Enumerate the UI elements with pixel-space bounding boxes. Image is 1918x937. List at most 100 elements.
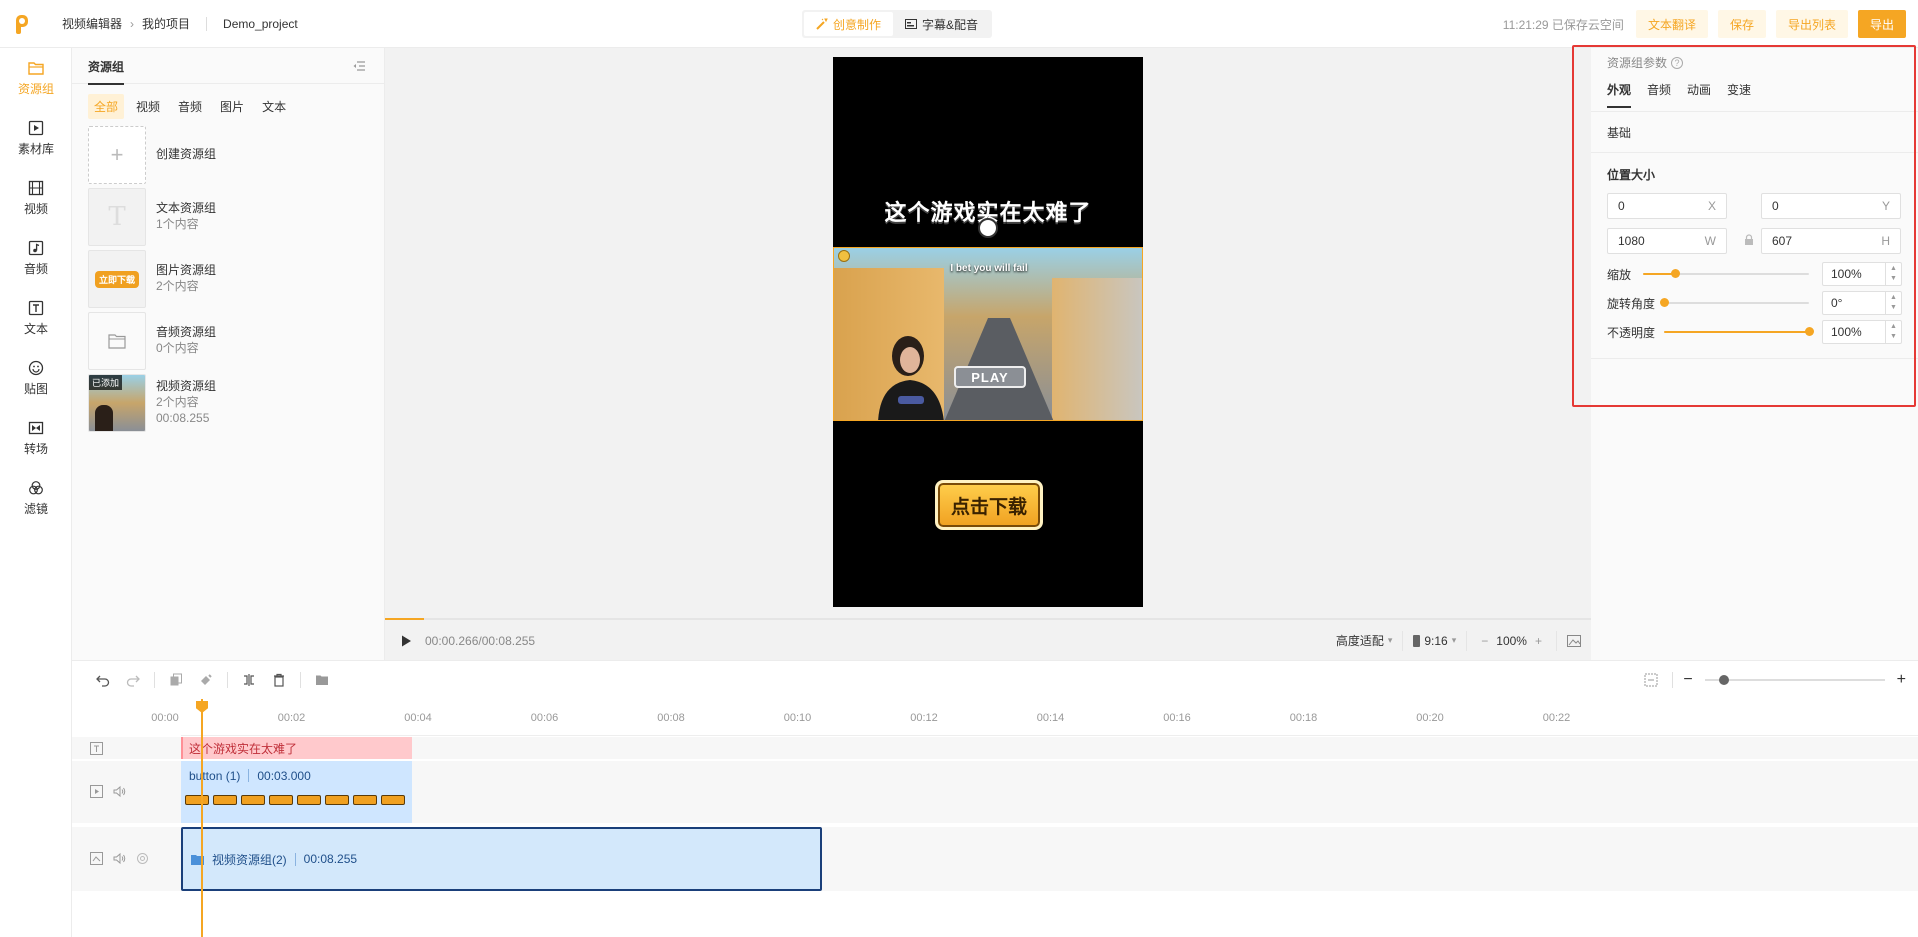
timeline-zoom-in-button[interactable]: + bbox=[1893, 671, 1918, 689]
playback-progress-track[interactable] bbox=[385, 618, 1591, 620]
rotate-label: 旋转角度 bbox=[1607, 296, 1656, 311]
rail-item-text[interactable]: 文本 bbox=[0, 288, 72, 348]
translate-button[interactable]: 文本翻译 bbox=[1635, 10, 1708, 38]
tab-subtitle-dub[interactable]: 字幕&配音 bbox=[893, 12, 990, 36]
rotate-handle-icon[interactable] bbox=[978, 218, 998, 238]
help-icon[interactable]: ? bbox=[1671, 56, 1684, 69]
scale-slider[interactable] bbox=[1643, 269, 1809, 278]
rotate-value: 0° bbox=[1831, 296, 1843, 310]
scale-row: 缩放 100% ▲ ▼ bbox=[1607, 262, 1902, 286]
fullscreen-button[interactable] bbox=[1556, 630, 1591, 651]
params-panel: 资源组参数 ? 外观 音频 动画 变速 基础 位置大小 0 X 0 Y 1080… bbox=[1591, 48, 1918, 660]
scale-slider-knob[interactable] bbox=[1670, 269, 1680, 278]
x-field[interactable]: 0 X bbox=[1607, 193, 1727, 219]
filter-tab-video[interactable]: 视频 bbox=[130, 94, 166, 119]
paint-button[interactable] bbox=[191, 668, 221, 692]
clip-thumbnail bbox=[297, 795, 321, 805]
app-logo-icon[interactable] bbox=[14, 13, 34, 35]
height-field[interactable]: 607 H bbox=[1761, 228, 1901, 254]
redo-button[interactable] bbox=[118, 668, 148, 692]
section-basic-title[interactable]: 基础 bbox=[1607, 124, 1631, 141]
opacity-slider-knob[interactable] bbox=[1805, 327, 1814, 336]
tab-animation[interactable]: 动画 bbox=[1687, 81, 1711, 108]
timeline-zoom-out-button[interactable]: − bbox=[1679, 671, 1696, 689]
rail-item-video[interactable]: 视频 bbox=[0, 168, 72, 228]
rail-item-resource-group[interactable]: 资源组 bbox=[0, 48, 72, 108]
timeline-zoom-slider[interactable] bbox=[1704, 675, 1885, 685]
fit-mode-select[interactable]: 高度适配 ▾ bbox=[1326, 631, 1403, 651]
volume-icon[interactable] bbox=[113, 852, 126, 865]
video-group-clip[interactable]: 视频资源组(2) 00:08.255 bbox=[181, 827, 822, 891]
collapse-panel-icon[interactable] bbox=[352, 59, 366, 73]
tab-appearance[interactable]: 外观 bbox=[1607, 81, 1632, 108]
download-badge: 立即下载 bbox=[94, 270, 139, 288]
opacity-input[interactable]: 100% ▲ ▼ bbox=[1822, 320, 1902, 344]
filter-tab-audio[interactable]: 音频 bbox=[172, 94, 208, 119]
group-button[interactable] bbox=[307, 668, 337, 692]
undo-button[interactable] bbox=[88, 668, 118, 692]
copy-button[interactable] bbox=[161, 668, 191, 692]
rail-item-filter[interactable]: 滤镜 bbox=[0, 468, 72, 528]
tab-audio[interactable]: 音频 bbox=[1647, 81, 1671, 108]
clip-duration: 00:03.000 bbox=[257, 769, 311, 783]
stepper-arrows-icon[interactable]: ▲ ▼ bbox=[1885, 321, 1901, 343]
clip-thumbnail bbox=[353, 795, 377, 805]
zoom-out-button[interactable]: − bbox=[1477, 634, 1492, 648]
lock-icon[interactable] bbox=[1743, 234, 1755, 246]
delete-button[interactable] bbox=[264, 668, 294, 692]
text-clip[interactable]: 这个游戏实在太难了 bbox=[181, 737, 412, 759]
resource-group-video[interactable]: 已添加 视频资源组 2个内容 00:08.255 bbox=[88, 374, 370, 432]
opacity-slider[interactable] bbox=[1664, 327, 1814, 336]
track-controls bbox=[90, 785, 126, 798]
save-button[interactable]: 保存 bbox=[1717, 10, 1766, 38]
resource-panel-title[interactable]: 资源组 bbox=[88, 58, 125, 85]
resource-panel-header: 资源组 bbox=[72, 48, 384, 85]
scale-input[interactable]: 100% ▲ ▼ bbox=[1822, 262, 1902, 286]
rotate-slider-knob[interactable] bbox=[1660, 298, 1669, 307]
project-name[interactable]: Demo_project bbox=[223, 17, 298, 31]
rail-item-audio[interactable]: 音频 bbox=[0, 228, 72, 288]
volume-icon[interactable] bbox=[113, 785, 126, 798]
breadcrumb-item-projects[interactable]: 我的项目 bbox=[142, 15, 190, 32]
play-icon[interactable] bbox=[399, 634, 413, 648]
tab-creative[interactable]: 创意制作 bbox=[804, 12, 894, 36]
copy-icon bbox=[170, 673, 182, 686]
resource-group-image[interactable]: 立即下载 图片资源组 2个内容 bbox=[88, 250, 370, 308]
button-clip[interactable]: button (1) 00:03.000 bbox=[181, 761, 412, 823]
filter-tab-all[interactable]: 全部 bbox=[88, 94, 125, 119]
tab-speed[interactable]: 变速 bbox=[1727, 81, 1751, 108]
zoom-in-button[interactable]: + bbox=[1531, 634, 1546, 648]
export-button[interactable]: 导出 bbox=[1857, 10, 1906, 38]
rail-item-transition[interactable]: 转场 bbox=[0, 408, 72, 468]
text-letter-icon: T bbox=[108, 202, 126, 232]
width-field[interactable]: 1080 W bbox=[1607, 228, 1727, 254]
preview-canvas[interactable]: 这个游戏实在太难了 I bet you will fail PLAY 点击下载 bbox=[833, 57, 1143, 607]
rotate-input[interactable]: 0° ▲ ▼ bbox=[1822, 291, 1902, 315]
rail-item-sticker[interactable]: 贴图 bbox=[0, 348, 72, 408]
export-list-button[interactable]: 导出列表 bbox=[1775, 10, 1848, 38]
y-field[interactable]: 0 Y bbox=[1761, 193, 1901, 219]
resource-group-text[interactable]: T 文本资源组 1个内容 bbox=[88, 188, 370, 246]
filter-tab-text[interactable]: 文本 bbox=[256, 94, 292, 119]
breadcrumb-item-editor[interactable]: 视频编辑器 bbox=[62, 15, 122, 32]
picture-icon bbox=[1567, 634, 1581, 647]
rotate-slider[interactable] bbox=[1660, 298, 1809, 307]
download-overlay-button[interactable]: 点击下载 bbox=[935, 480, 1043, 530]
time-ruler[interactable]: 00:00 00:02 00:04 00:06 00:08 00:10 00:12 00:14… bbox=[72, 699, 1918, 736]
split-button[interactable] bbox=[234, 668, 264, 692]
rail-item-media-library[interactable]: 素材库 bbox=[0, 108, 72, 168]
resource-group-audio[interactable]: 音频资源组 0个内容 bbox=[88, 312, 370, 370]
stepper-arrows-icon[interactable]: ▲ ▼ bbox=[1885, 263, 1901, 285]
playhead-line[interactable] bbox=[201, 699, 203, 937]
track-text: 这个游戏实在太难了 bbox=[72, 737, 1918, 759]
settings-icon[interactable] bbox=[136, 852, 149, 865]
timeline-zoom-knob[interactable] bbox=[1718, 675, 1729, 685]
create-resource-group[interactable]: + 创建资源组 bbox=[88, 126, 370, 184]
rail-item-label: 素材库 bbox=[17, 141, 54, 156]
clip-thumbnail-strip bbox=[185, 795, 405, 805]
selected-video-layer[interactable]: I bet you will fail PLAY bbox=[833, 247, 1143, 421]
ratio-select[interactable]: 9:16 ▾ bbox=[1402, 630, 1466, 651]
fit-timeline-button[interactable] bbox=[1636, 668, 1666, 692]
filter-tab-image[interactable]: 图片 bbox=[214, 94, 250, 119]
stepper-arrows-icon[interactable]: ▲ ▼ bbox=[1885, 292, 1901, 314]
